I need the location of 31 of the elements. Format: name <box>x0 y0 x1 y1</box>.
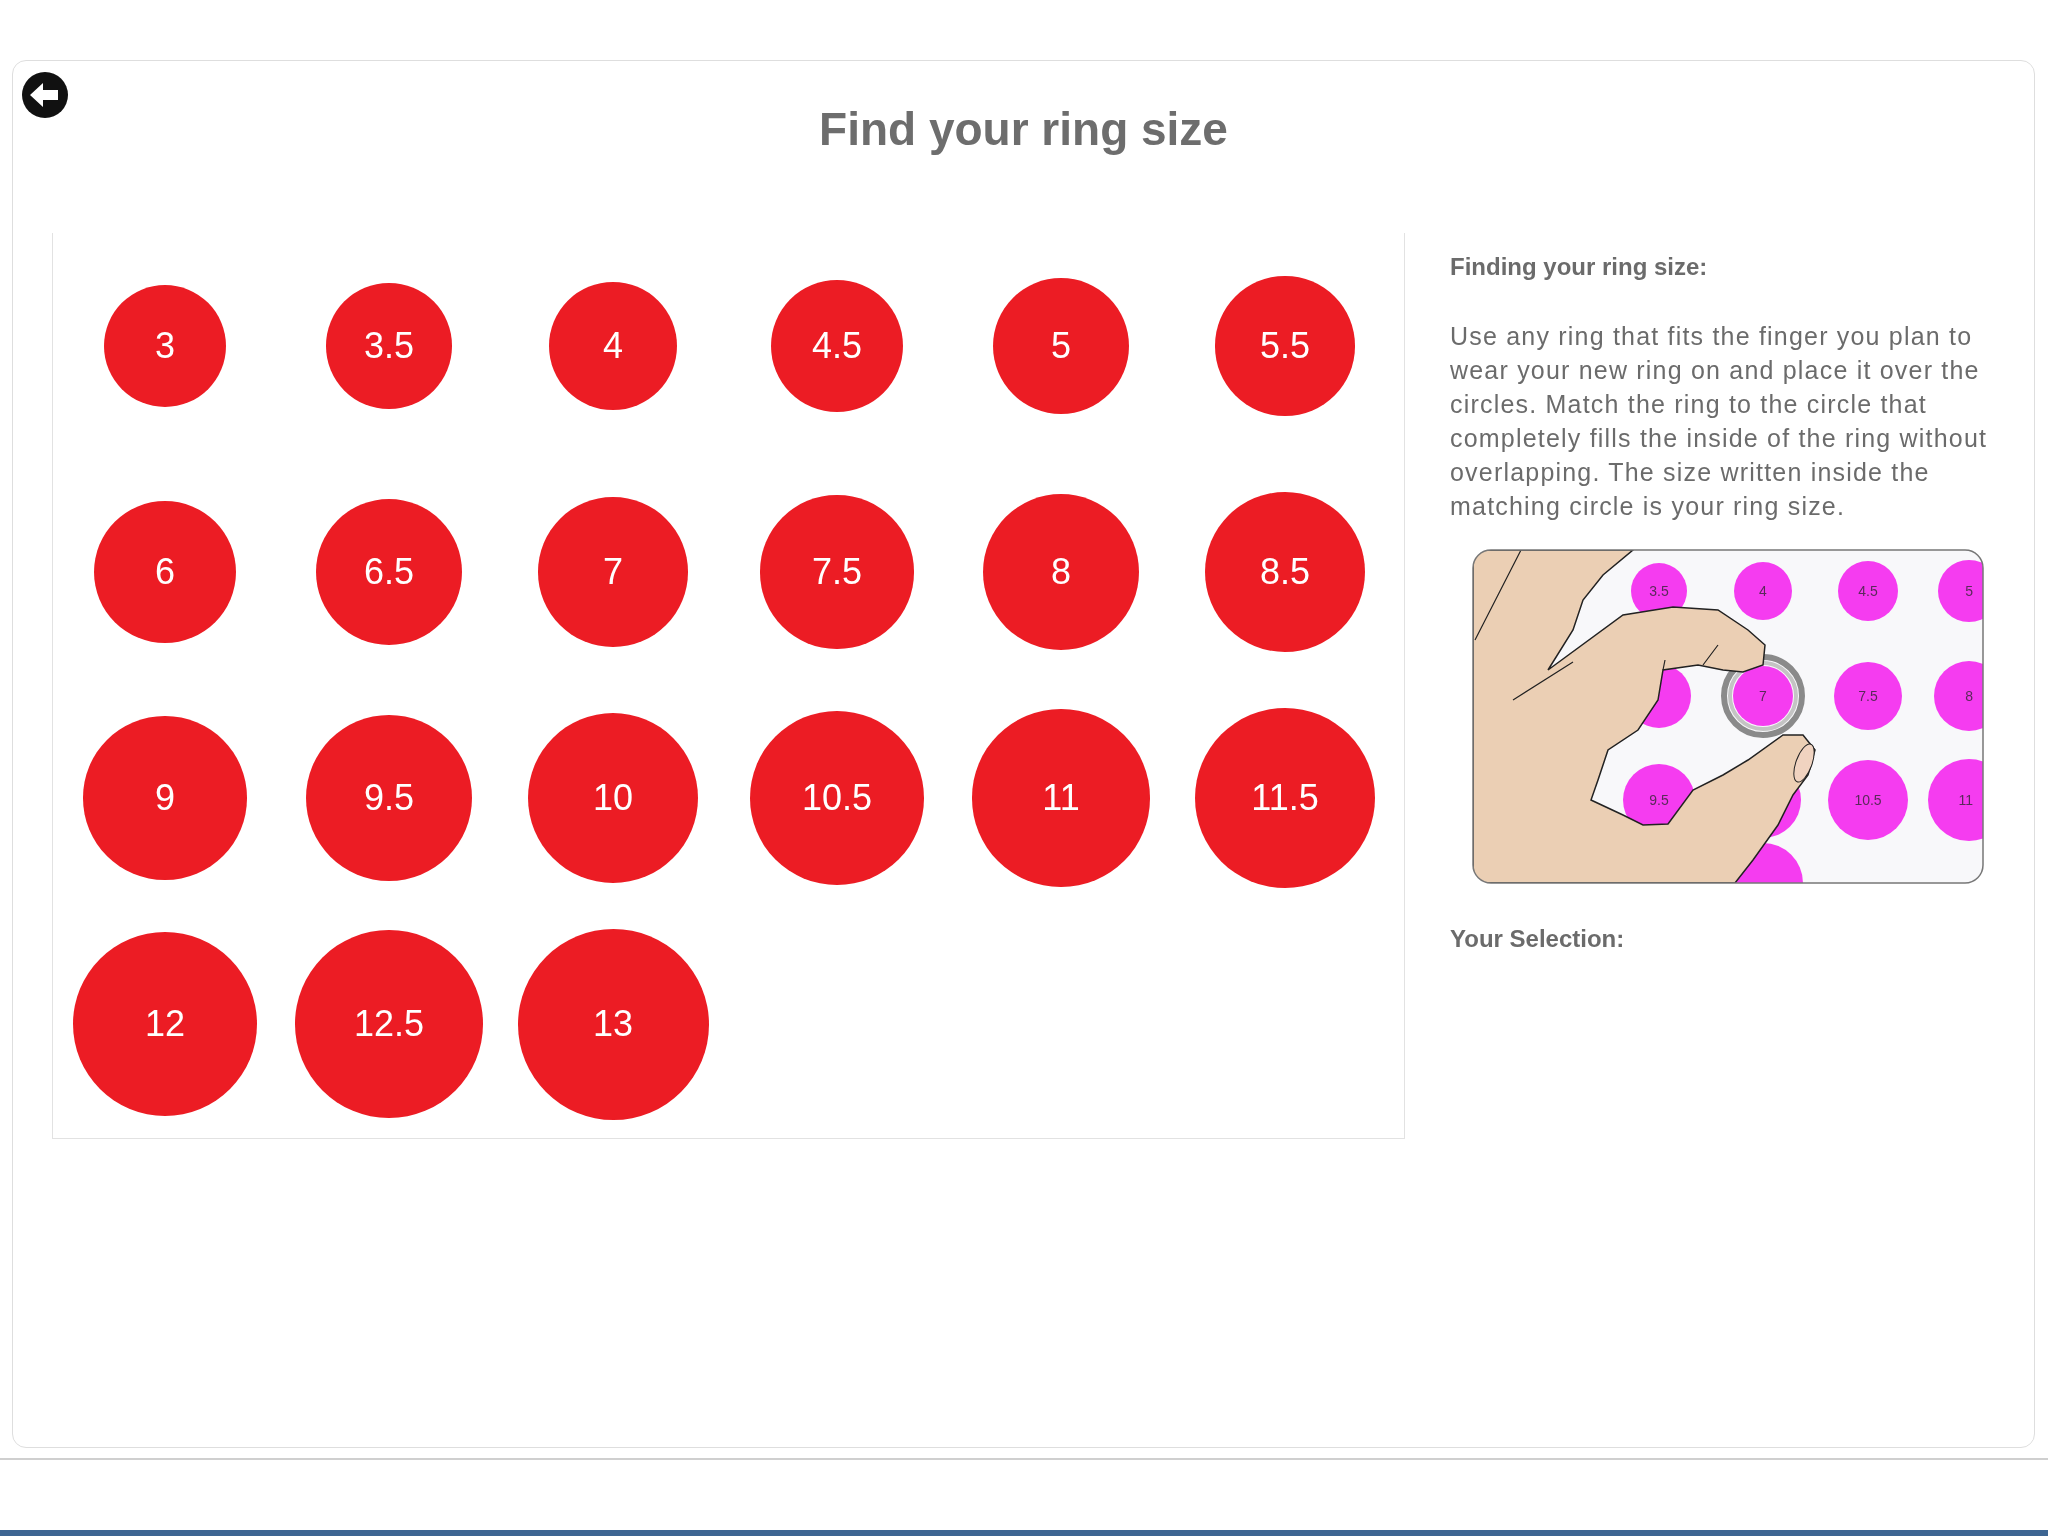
size-circle[interactable]: 4.5 <box>770 279 904 413</box>
size-circle: 4.5 <box>1838 561 1898 621</box>
size-circle: 4 <box>1734 562 1792 620</box>
size-circle[interactable]: 12.5 <box>295 930 483 1118</box>
size-circle[interactable]: 8.5 <box>1205 492 1365 652</box>
size-circle[interactable]: 5.5 <box>1215 276 1355 416</box>
selection-label: Your Selection: <box>1450 925 1626 953</box>
size-circle[interactable]: 9 <box>83 716 247 880</box>
back-icon[interactable] <box>21 71 69 119</box>
size-circle[interactable]: 13 <box>517 928 709 1120</box>
size-circle[interactable]: 3.5 <box>326 283 452 409</box>
size-circle: 7.5 <box>1834 662 1902 730</box>
size-circle: 7 <box>1733 666 1793 726</box>
size-circle[interactable]: 12 <box>72 931 258 1117</box>
size-circle[interactable]: 5 <box>993 278 1129 414</box>
instructions-heading: Finding your ring size: <box>1450 253 1709 281</box>
size-circle[interactable]: 7 <box>538 497 688 647</box>
size-circle[interactable]: 11 <box>972 709 1150 887</box>
size-circle[interactable]: 9.5 <box>305 714 473 882</box>
size-circle[interactable]: 7.5 <box>760 495 914 649</box>
size-circle: 10.5 <box>1828 760 1908 840</box>
size-circle[interactable]: 10 <box>527 712 699 884</box>
size-circle[interactable]: 8 <box>982 493 1140 651</box>
size-circle[interactable]: 4 <box>548 281 678 411</box>
instructions-text: Use any ring that fits the finger you plan to wear your new ring on and place it over the circles. Match the ring to the circle that completely fills the inside of the ring without overlapping. The size written inside the matching circle is your ring size. <box>1450 321 1989 522</box>
size-circle[interactable]: 11.5 <box>1194 707 1376 889</box>
size-circle[interactable]: 6 <box>93 500 237 644</box>
size-circle[interactable]: 10.5 <box>750 711 924 885</box>
size-circle[interactable]: 3 <box>104 285 226 407</box>
page-title: Find your ring size <box>818 102 1229 157</box>
size-circle[interactable]: 6.5 <box>315 498 463 646</box>
